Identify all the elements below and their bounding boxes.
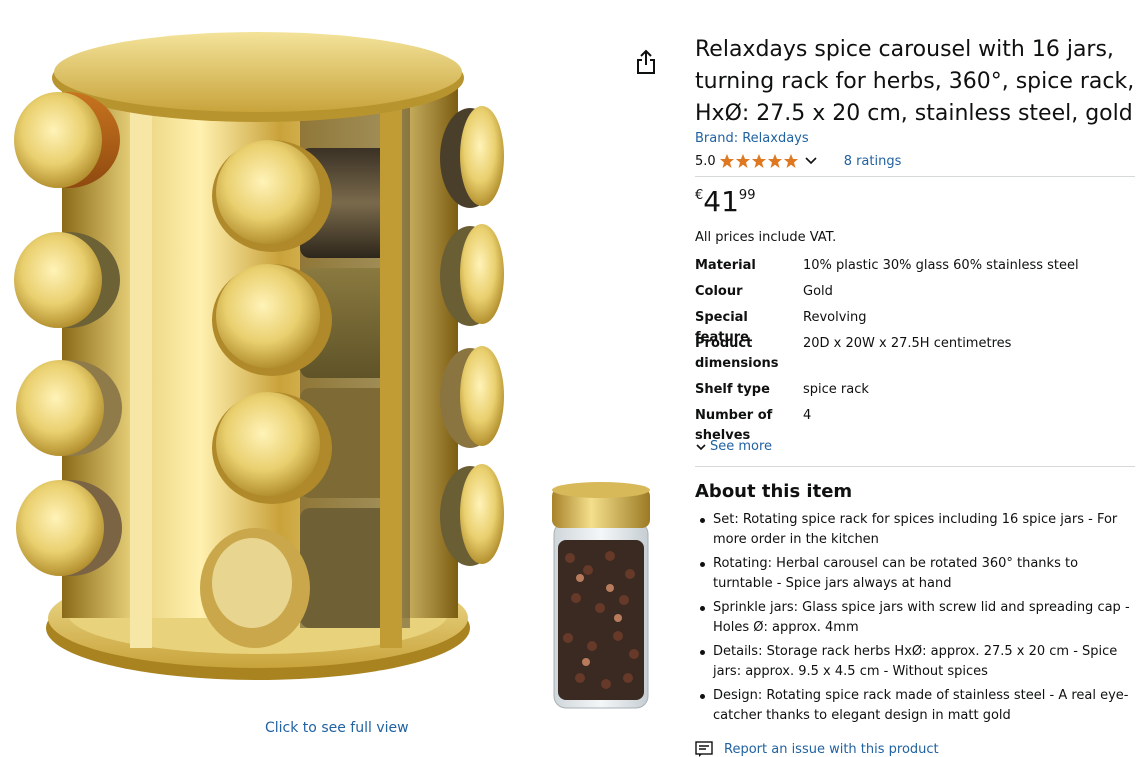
spec-key: Material (695, 258, 756, 273)
ratings-count-link[interactable]: 8 ratings (844, 154, 902, 169)
brand-link[interactable]: Brand: Relaxdays (695, 131, 809, 146)
report-issue-label: Report an issue with this product (724, 741, 939, 757)
spec-value: 20D x 20W x 27.5H centimetres (803, 336, 1012, 351)
divider (695, 176, 1135, 177)
star-icon (735, 154, 750, 168)
divider (695, 466, 1135, 467)
price-whole: 41 (703, 185, 739, 218)
share-icon[interactable] (634, 48, 658, 76)
see-more-link[interactable]: See more (695, 439, 772, 454)
price-symbol: € (695, 188, 704, 203)
about-bullet-text: Details: Storage rack herbs HxØ: approx.… (713, 644, 1118, 679)
star-icon (751, 154, 766, 168)
spec-value: Gold (803, 284, 833, 299)
price: € 41 99 (695, 186, 755, 218)
star-icon (719, 154, 734, 168)
chevron-down-icon (696, 443, 706, 450)
about-bullet-text: Rotating: Herbal carousel can be rotated… (713, 556, 1079, 591)
about-bullets: Set: Rotating spice rack for spices incl… (695, 510, 1135, 730)
about-bullet: Rotating: Herbal carousel can be rotated… (695, 554, 1135, 594)
full-view-link[interactable]: Click to see full view (265, 720, 409, 736)
spec-key: Number of shelves (695, 408, 773, 440)
spec-value: 10% plastic 30% glass 60% stainless stee… (803, 258, 1079, 273)
report-issue-link[interactable]: Report an issue with this product (695, 741, 939, 757)
spec-value: spice rack (803, 382, 869, 397)
spec-key: Product dimensions (695, 336, 779, 371)
spec-value: 4 (803, 408, 812, 423)
about-title: About this item (695, 481, 853, 502)
about-bullet-text: Sprinkle jars: Glass spice jars with scr… (713, 600, 1130, 635)
see-more-label: See more (710, 439, 773, 454)
product-jar-image[interactable] (540, 478, 660, 718)
price-fraction: 99 (738, 188, 756, 203)
star-rating[interactable] (719, 153, 799, 169)
vat-note: All prices include VAT. (695, 230, 837, 245)
spec-key: Colour (695, 284, 743, 299)
about-bullet: Details: Storage rack herbs HxØ: approx.… (695, 642, 1135, 682)
about-bullet-text: Set: Rotating spice rack for spices incl… (713, 512, 1118, 547)
star-icon (767, 154, 782, 168)
chevron-down-icon[interactable] (803, 153, 819, 169)
product-title: Relaxdays spice carousel with 16 jars, t… (695, 37, 1135, 126)
about-bullet: Sprinkle jars: Glass spice jars with scr… (695, 598, 1135, 638)
about-bullet-text: Design: Rotating spice rack made of stai… (713, 688, 1129, 723)
spec-key: Shelf type (695, 382, 770, 397)
product-main-image[interactable] (0, 28, 525, 718)
about-bullet: Design: Rotating spice rack made of stai… (695, 686, 1135, 726)
star-icon (783, 154, 798, 168)
rating-value: 5.0 (695, 153, 716, 169)
report-icon (695, 741, 713, 757)
spec-value: Revolving (803, 310, 867, 325)
spec-table: Material 10% plastic 30% glass 60% stain… (695, 256, 1135, 440)
about-bullet: Set: Rotating spice rack for spices incl… (695, 510, 1135, 550)
rating-row: 5.0 8 ratings (695, 151, 901, 171)
